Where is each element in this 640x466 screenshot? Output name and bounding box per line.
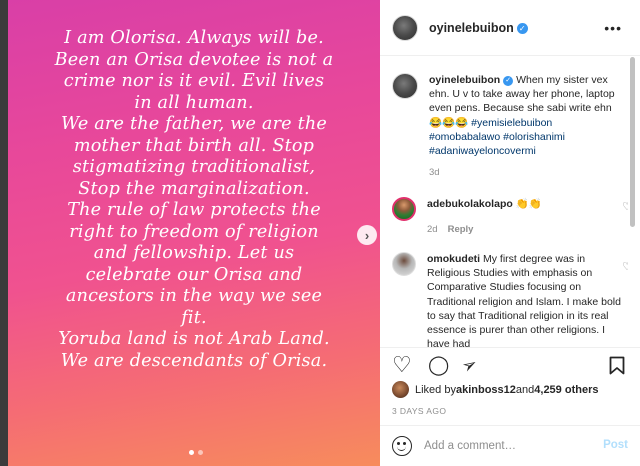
- verified-badge-icon: ✓: [516, 22, 528, 34]
- likes-count[interactable]: 4,259 others: [534, 384, 598, 396]
- comments-list[interactable]: oyinelebuibon ✓ When my sister vex ehn. U…: [380, 57, 628, 347]
- likes-prefix: Liked by: [415, 383, 456, 396]
- emoji-smiley-icon[interactable]: [392, 436, 412, 456]
- quote-line: The rule of law protects the: [67, 200, 321, 220]
- next-slide-button[interactable]: ›: [357, 225, 377, 245]
- quote-line: I am Olorisa. Always will be.: [64, 28, 324, 48]
- liker-username[interactable]: akinboss12: [456, 384, 516, 396]
- comments-scrollbar[interactable]: [629, 57, 635, 347]
- quote-line: We are the father, we are the: [60, 114, 328, 134]
- caption-body: oyinelebuibon ✓ When my sister vex ehn. U…: [429, 73, 624, 180]
- commenter-avatar[interactable]: [392, 197, 416, 221]
- comment-age: 2d: [427, 224, 438, 236]
- quote-line: We are descendants of Orisa.: [60, 350, 328, 371]
- comment-body: omokudeti My first degree was in Religio…: [427, 252, 622, 347]
- quote-line: ancestors in the way we see: [65, 286, 323, 306]
- quote-line: mother that birth all. Stop: [73, 135, 315, 156]
- commenter-username[interactable]: omokudeti: [427, 253, 480, 265]
- likes-middle: and: [515, 383, 535, 396]
- save-bookmark-icon[interactable]: [609, 356, 625, 379]
- like-comment-heart-icon[interactable]: ♡: [622, 200, 628, 213]
- caption-age: 3d: [429, 167, 440, 179]
- quote-line: Stop the marginalization.: [78, 178, 310, 199]
- caption-username[interactable]: oyinelebuibon: [429, 74, 500, 86]
- like-comment-heart-icon[interactable]: ♡: [622, 260, 628, 273]
- add-comment-bar: Post: [380, 425, 640, 466]
- caption-item: oyinelebuibon ✓ When my sister vex ehn. U…: [392, 73, 624, 180]
- author-avatar[interactable]: [392, 14, 418, 41]
- quote-line: celebrate our Orisa and: [85, 264, 303, 285]
- share-paper-plane-icon[interactable]: ➢: [458, 353, 481, 378]
- verified-badge-icon: ✓: [503, 76, 514, 86]
- quote-line: stigmatizing traditionalist,: [72, 157, 316, 177]
- post-header: oyinelebuibon ✓ •••: [380, 0, 640, 56]
- comment-body: adebukolakolapo 👏👏 2d Reply: [427, 197, 612, 237]
- caption-meta: 3d: [429, 166, 624, 180]
- commenter-avatar[interactable]: [392, 252, 416, 276]
- commenter-username[interactable]: adebukolakolapo: [427, 198, 513, 210]
- quote-line: Been an Orisa devotee is not a: [54, 49, 334, 70]
- author-username[interactable]: oyinelebuibon: [429, 21, 514, 35]
- quote-line: crime nor is it evil. Evil lives: [63, 71, 325, 91]
- post-comment-button[interactable]: Post: [603, 439, 628, 451]
- post-quote-text: I am Olorisa. Always will be. Been an Ori…: [22, 28, 366, 372]
- like-heart-icon[interactable]: ♡: [392, 354, 412, 376]
- quote-line: fit.: [181, 307, 207, 328]
- likes-summary: Liked by akinboss12 and 4,259 others: [392, 381, 598, 398]
- instagram-post-window: I am Olorisa. Always will be. Been an Ori…: [0, 0, 640, 466]
- quote-line: in all human.: [134, 92, 254, 113]
- comment-text: My first degree was in Religious Studies…: [427, 253, 621, 347]
- comment-item: adebukolakolapo 👏👏 2d Reply ♡: [392, 197, 628, 237]
- comment-meta: 2d Reply: [427, 223, 612, 237]
- add-comment-input[interactable]: [424, 440, 589, 452]
- carousel-indicator: [189, 450, 203, 455]
- more-options-icon[interactable]: •••: [604, 20, 622, 36]
- post-image[interactable]: I am Olorisa. Always will be. Been an Ori…: [8, 0, 380, 466]
- quote-line: Yoruba land is not Arab Land.: [58, 329, 330, 349]
- comment-item: omokudeti My first degree was in Religio…: [392, 252, 628, 347]
- scrollbar-thumb[interactable]: [630, 57, 635, 227]
- carousel-dot: [198, 450, 203, 455]
- comment-bubble-icon[interactable]: ◯: [428, 356, 449, 375]
- reply-button[interactable]: Reply: [448, 224, 474, 235]
- chevron-right-icon: ›: [364, 227, 370, 243]
- post-details-panel: oyinelebuibon ✓ ••• oyinelebuibon ✓ When m…: [380, 0, 640, 466]
- quote-line: right to freedom of religion: [69, 221, 319, 242]
- backdrop-strip: [0, 0, 8, 466]
- liker-avatar[interactable]: [392, 381, 409, 398]
- comment-text: 👏👏: [512, 198, 542, 210]
- post-actions-bar: ♡ ◯ ➢: [380, 347, 640, 381]
- author-name-block: oyinelebuibon ✓: [429, 19, 528, 37]
- post-date[interactable]: 3 DAYS AGO: [392, 406, 446, 416]
- caption-author-avatar[interactable]: [392, 73, 418, 99]
- quote-line: and fellowship. Let us: [93, 243, 295, 263]
- carousel-dot: [189, 450, 194, 455]
